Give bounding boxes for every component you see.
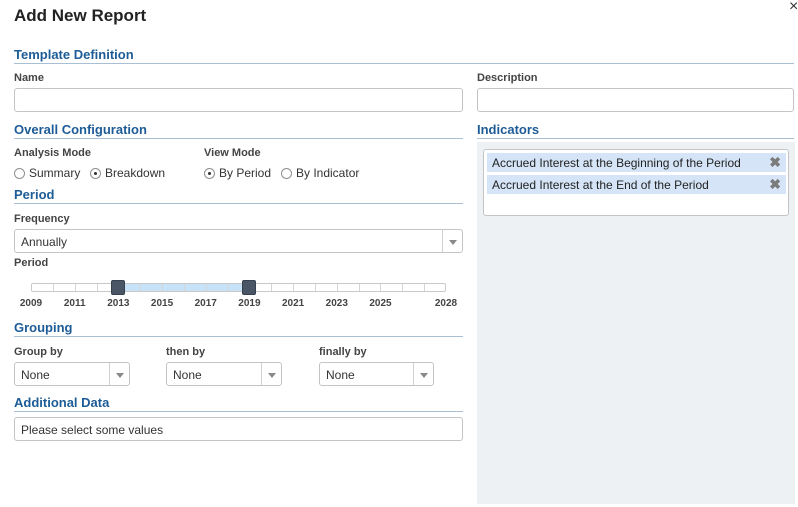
group-by-label: Group by — [14, 346, 63, 358]
section-grouping: Grouping — [14, 320, 73, 335]
slider-tick-label: 2011 — [63, 298, 86, 309]
section-divider — [14, 411, 463, 412]
slider-tick-label: 2009 — [19, 298, 43, 309]
slider-tick — [380, 284, 381, 291]
period-label: Period — [14, 257, 49, 269]
section-additional-data: Additional Data — [14, 395, 110, 410]
then-by-select[interactable]: None — [166, 362, 282, 386]
indicator-chip-label: Accrued Interest at the End of the Perio… — [492, 178, 709, 192]
slider-tick — [206, 284, 207, 291]
group-by-value: None — [21, 368, 50, 382]
slider-tick-label: 2017 — [194, 298, 217, 309]
slider-tick-label: 2028 — [434, 298, 458, 309]
additional-data-multiselect[interactable]: Please select some values — [14, 417, 463, 441]
chevron-down-icon[interactable] — [413, 363, 433, 385]
section-divider — [14, 203, 463, 204]
finally-by-value: None — [326, 368, 355, 382]
then-by-value: None — [173, 368, 202, 382]
section-divider — [477, 138, 794, 139]
radio-by-period-circle[interactable] — [204, 167, 215, 179]
close-icon[interactable]: × — [789, 0, 798, 16]
name-field[interactable] — [14, 88, 463, 112]
then-by-label: then by — [166, 346, 206, 358]
section-indicators: Indicators — [477, 122, 540, 137]
radio-by-indicator-label: By Indicator — [296, 166, 360, 180]
chevron-down-icon[interactable] — [261, 363, 281, 385]
radio-by-indicator-circle[interactable] — [281, 167, 292, 179]
section-divider — [14, 138, 463, 139]
radio-by-indicator[interactable]: By Indicator — [281, 166, 359, 180]
group-by-select[interactable]: None — [14, 362, 130, 386]
slider-tick — [337, 284, 338, 291]
slider-tick — [424, 284, 425, 291]
slider-tick — [140, 284, 141, 291]
radio-summary-label: Summary — [29, 166, 81, 180]
slider-tick-label: 2021 — [281, 298, 305, 309]
view-mode-label: View Mode — [204, 147, 261, 159]
analysis-mode-label: Analysis Mode — [14, 147, 92, 159]
period-slider-end-handle[interactable] — [242, 280, 256, 295]
finally-by-label: finally by — [319, 346, 367, 358]
slider-tick-label: 2013 — [107, 298, 130, 309]
section-template-definition: Template Definition — [14, 47, 134, 62]
indicator-chip-label: Accrued Interest at the Beginning of the… — [492, 156, 741, 170]
chevron-down-icon[interactable] — [442, 230, 462, 252]
slider-tick — [402, 284, 403, 291]
period-slider-start-handle[interactable] — [111, 280, 125, 295]
radio-summary-circle[interactable] — [14, 167, 25, 179]
section-divider — [14, 63, 794, 64]
frequency-value: Annually — [21, 235, 68, 249]
dialog-title: Add New Report — [14, 6, 147, 25]
name-label: Name — [14, 72, 44, 84]
slider-tick — [228, 284, 229, 291]
frequency-label: Frequency — [14, 213, 70, 225]
additional-data-placeholder: Please select some values — [21, 423, 164, 437]
finally-by-select[interactable]: None — [319, 362, 434, 386]
slider-tick — [293, 284, 294, 291]
section-overall-configuration: Overall Configuration — [14, 122, 147, 137]
radio-by-period[interactable]: By Period — [204, 166, 271, 180]
slider-tick — [75, 284, 76, 291]
description-field[interactable] — [477, 88, 794, 112]
indicator-chip: Accrued Interest at the End of the Perio… — [487, 175, 786, 194]
radio-by-period-label: By Period — [219, 166, 272, 180]
slider-tick-label: 2015 — [150, 298, 174, 309]
remove-icon[interactable]: ✖ — [769, 176, 781, 193]
radio-breakdown[interactable]: Breakdown — [90, 166, 165, 180]
chevron-down-icon[interactable] — [109, 363, 129, 385]
frequency-select[interactable]: Annually — [14, 229, 463, 253]
radio-breakdown-circle[interactable] — [90, 167, 101, 179]
indicator-chip: Accrued Interest at the Beginning of the… — [487, 153, 786, 172]
description-label: Description — [477, 72, 538, 84]
section-period: Period — [14, 187, 55, 202]
radio-breakdown-label: Breakdown — [105, 166, 166, 180]
slider-tick-label: 2019 — [238, 298, 261, 309]
radio-summary[interactable]: Summary — [14, 166, 80, 180]
slider-tick — [184, 284, 185, 291]
slider-tick-label: 2025 — [369, 298, 392, 309]
slider-tick — [162, 284, 163, 291]
remove-icon[interactable]: ✖ — [769, 154, 781, 171]
slider-tick — [97, 284, 98, 291]
slider-tick — [53, 284, 54, 291]
slider-tick — [359, 284, 360, 291]
slider-tick — [315, 284, 316, 291]
slider-tick — [271, 284, 272, 291]
slider-tick-label: 2023 — [325, 298, 348, 309]
section-divider — [14, 336, 463, 337]
